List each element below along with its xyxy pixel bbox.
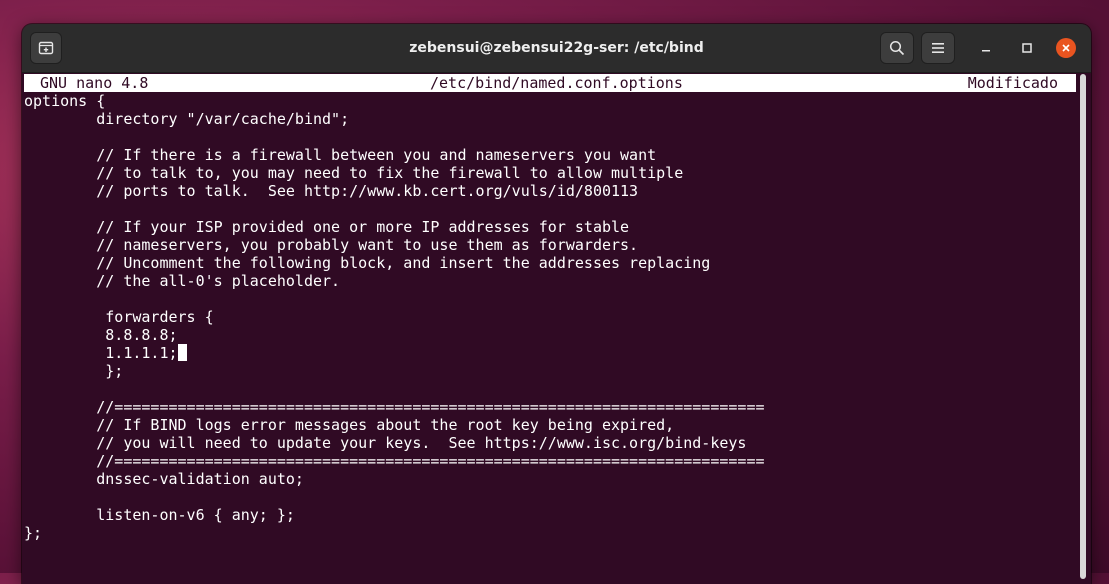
search-icon xyxy=(889,40,905,56)
nano-modified-status: Modificado xyxy=(967,74,1058,92)
editor-line: //======================================… xyxy=(24,398,765,416)
minimize-icon xyxy=(982,50,990,52)
editor-line-text: directory "/var/cache/bind"; xyxy=(24,110,350,128)
editor-line-text: // the all-0's placeholder. xyxy=(24,272,341,290)
editor-line: //======================================… xyxy=(24,452,765,470)
editor-line: // If BIND logs error messages about the… xyxy=(24,416,765,434)
editor-line-text: dnssec-validation auto; xyxy=(24,470,304,488)
editor-line: // ports to talk. See http://www.kb.cert… xyxy=(24,182,765,200)
editor-line: listen-on-v6 { any; }; xyxy=(24,506,765,524)
editor-line: // If your ISP provided one or more IP a… xyxy=(24,218,765,236)
editor-line: // you will need to update your keys. Se… xyxy=(24,434,765,452)
new-tab-icon xyxy=(38,41,54,55)
editor-line-text: // Uncomment the following block, and in… xyxy=(24,254,711,272)
close-button[interactable] xyxy=(1056,38,1076,58)
editor-line-text: // If BIND logs error messages about the… xyxy=(24,416,675,434)
text-cursor xyxy=(177,344,187,361)
editor-line: 8.8.8.8; xyxy=(24,326,765,344)
editor-line-text: // ports to talk. See http://www.kb.cert… xyxy=(24,182,639,200)
editor-line-text: 1.1.1.1; xyxy=(24,344,178,362)
menu-button[interactable] xyxy=(921,32,955,64)
nano-version: GNU nano 4.8 xyxy=(40,74,149,92)
editor-line-text: 8.8.8.8; xyxy=(24,326,178,344)
editor-line: // If there is a firewall between you an… xyxy=(24,146,765,164)
editor-line: directory "/var/cache/bind"; xyxy=(24,110,765,128)
editor-line-text: forwarders { xyxy=(24,308,214,326)
terminal-area[interactable]: GNU nano 4.8 /etc/bind/named.conf.option… xyxy=(22,73,1091,584)
editor-line: // to talk to, you may need to fix the f… xyxy=(24,164,765,182)
editor-line-text: //======================================… xyxy=(24,452,765,470)
minimize-button[interactable] xyxy=(970,32,1002,64)
editor-line-text: // nameservers, you probably want to use… xyxy=(24,236,639,254)
editor-line: // nameservers, you probably want to use… xyxy=(24,236,765,254)
editor-line: }; xyxy=(24,524,765,542)
editor-line-text: options { xyxy=(24,92,106,110)
editor-line-text: // you will need to update your keys. Se… xyxy=(24,434,747,452)
editor-line: // Uncomment the following block, and in… xyxy=(24,254,765,272)
editor-line-text: // If your ISP provided one or more IP a… xyxy=(24,218,630,236)
nano-editor-buffer[interactable]: options { directory "/var/cache/bind"; /… xyxy=(24,92,765,542)
editor-line-text: }; xyxy=(24,362,124,380)
editor-line: }; xyxy=(24,362,765,380)
editor-line-text: }; xyxy=(24,524,43,542)
search-button[interactable] xyxy=(880,32,914,64)
editor-line-text: //======================================… xyxy=(24,398,765,416)
editor-line: options { xyxy=(24,92,765,110)
new-tab-button[interactable] xyxy=(30,32,62,64)
scrollbar[interactable] xyxy=(1080,74,1086,579)
editor-line: dnssec-validation auto; xyxy=(24,470,765,488)
editor-line: // the all-0's placeholder. xyxy=(24,272,765,290)
editor-line-text: listen-on-v6 { any; }; xyxy=(24,506,295,524)
editor-line: 1.1.1.1; xyxy=(24,344,765,362)
editor-line-text: // to talk to, you may need to fix the f… xyxy=(24,164,684,182)
hamburger-menu-icon xyxy=(932,43,944,53)
maximize-icon xyxy=(1022,43,1032,53)
maximize-button[interactable] xyxy=(1011,32,1043,64)
nano-status-bar: GNU nano 4.8 /etc/bind/named.conf.option… xyxy=(24,74,1076,92)
close-icon xyxy=(1062,44,1070,52)
editor-line: forwarders { xyxy=(24,308,765,326)
editor-line-text: // If there is a firewall between you an… xyxy=(24,146,657,164)
nano-filename: /etc/bind/named.conf.options xyxy=(430,74,683,92)
titlebar: zebensui@zebensui22g-ser: /etc/bind xyxy=(22,24,1091,73)
terminal-window: zebensui@zebensui22g-ser: /etc/bind GNU … xyxy=(22,24,1091,584)
